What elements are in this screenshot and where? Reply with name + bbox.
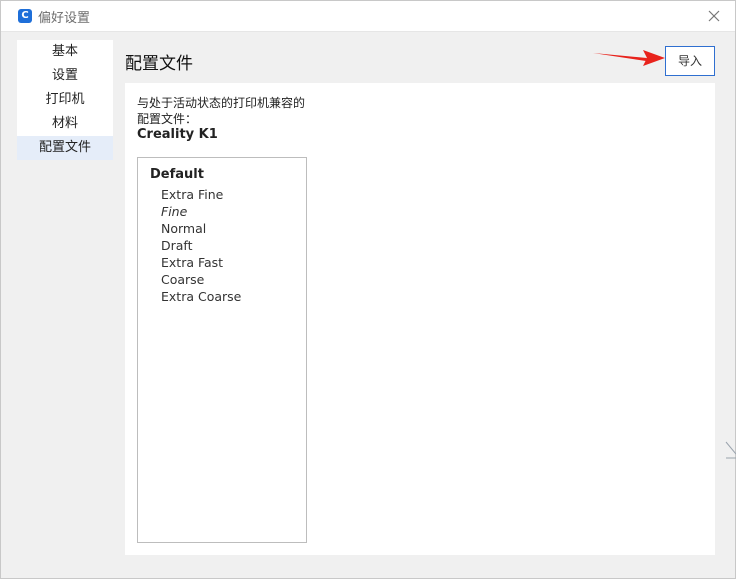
profiles-panel: 与处于活动状态的打印机兼容的 配置文件： Creality K1 Default… [125,83,715,555]
sidebar-item-general[interactable]: 基本 [17,40,113,64]
printer-name: Creality K1 [137,127,218,142]
profile-item-fine[interactable]: Fine [161,203,241,220]
profile-group-title: Default [150,167,204,182]
close-icon[interactable] [706,8,722,24]
description-line-1: 与处于活动状态的打印机兼容的 [137,96,306,110]
profile-item-coarse[interactable]: Coarse [161,271,241,288]
title-bar: C 偏好设置 [1,1,735,32]
preferences-window: C 偏好设置 基本 设置 打印机 材料 配置文件 配置文件 导入 与处于活动状态… [0,0,736,579]
page-title: 配置文件 [125,54,193,74]
profile-item-extra-fast[interactable]: Extra Fast [161,254,241,271]
sidebar: 基本 设置 打印机 材料 配置文件 [17,40,113,160]
window-title: 偏好设置 [38,11,91,26]
profile-item-extra-fine[interactable]: Extra Fine [161,186,241,203]
sidebar-item-materials[interactable]: 材料 [17,112,113,136]
compatibility-description: 与处于活动状态的打印机兼容的 配置文件： Creality K1 [137,95,305,143]
app-logo-icon: C [18,9,32,23]
sidebar-item-printers[interactable]: 打印机 [17,88,113,112]
profile-item-draft[interactable]: Draft [161,237,241,254]
red-arrow-annotation-icon [593,50,665,66]
background-edge-decoration [725,441,736,459]
description-line-2: 配置文件： [137,112,198,126]
profile-item-extra-coarse[interactable]: Extra Coarse [161,288,241,305]
profile-list[interactable]: Default Extra Fine Fine Normal Draft Ext… [137,157,307,543]
profile-item-normal[interactable]: Normal [161,220,241,237]
sidebar-item-profiles[interactable]: 配置文件 [17,136,113,160]
import-button[interactable]: 导入 [665,46,715,76]
sidebar-item-settings[interactable]: 设置 [17,64,113,88]
